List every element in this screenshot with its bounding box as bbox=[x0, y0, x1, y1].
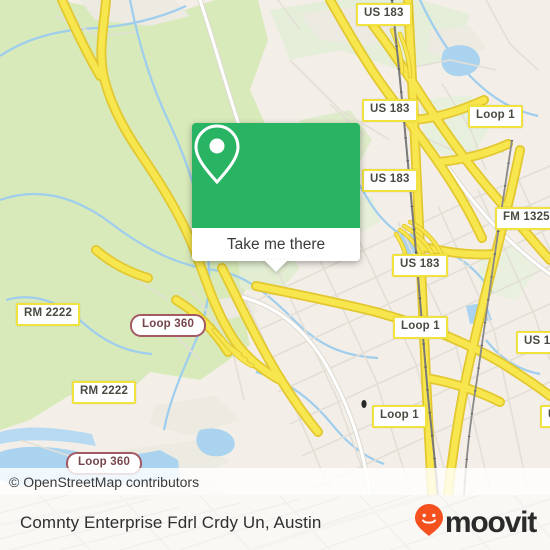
take-me-there-label: Take me there bbox=[226, 235, 326, 253]
road-shield: Loop 1 bbox=[372, 405, 427, 428]
road-shield: RM 2222 bbox=[72, 381, 137, 404]
popup-icon-area bbox=[192, 123, 360, 228]
road-shield: Loop 360 bbox=[130, 314, 207, 337]
road-shield: US 183 bbox=[516, 331, 550, 354]
road-shield: US 183 bbox=[362, 169, 418, 192]
map-attribution[interactable]: © OpenStreetMap contributors bbox=[0, 468, 550, 495]
road-shield: US 183 bbox=[362, 99, 418, 122]
map-screen: US 183 US 183 Loop 1 US 183 FM 1325 US 183 RM … bbox=[0, 0, 550, 550]
popup-pointer-arrow bbox=[264, 260, 288, 272]
place-title: Comnty Enterprise Fdrl Crdy Un, Austin bbox=[20, 512, 322, 532]
map-canvas[interactable]: US 183 US 183 Loop 1 US 183 FM 1325 US 183 RM … bbox=[0, 0, 550, 495]
footer-bar: Comnty Enterprise Fdrl Crdy Un, Austin m… bbox=[0, 495, 550, 550]
map-marker-dot bbox=[361, 400, 367, 408]
moovit-logo[interactable]: moovit bbox=[414, 503, 537, 542]
place-popup-card[interactable]: Take me there bbox=[192, 123, 360, 272]
road-shield: US 183 bbox=[540, 405, 550, 428]
moovit-pin-icon bbox=[414, 503, 444, 542]
road-shield: Loop 1 bbox=[468, 105, 523, 128]
moovit-wordmark: moovit bbox=[444, 505, 537, 539]
attribution-text: © OpenStreetMap contributors bbox=[9, 473, 200, 490]
road-shield: US 183 bbox=[392, 254, 448, 277]
take-me-there-button[interactable]: Take me there bbox=[192, 228, 360, 261]
road-shield: Loop 1 bbox=[393, 316, 448, 339]
road-shield: FM 1325 bbox=[495, 207, 550, 230]
road-shield: RM 2222 bbox=[16, 303, 81, 326]
road-shield: US 183 bbox=[356, 3, 412, 26]
